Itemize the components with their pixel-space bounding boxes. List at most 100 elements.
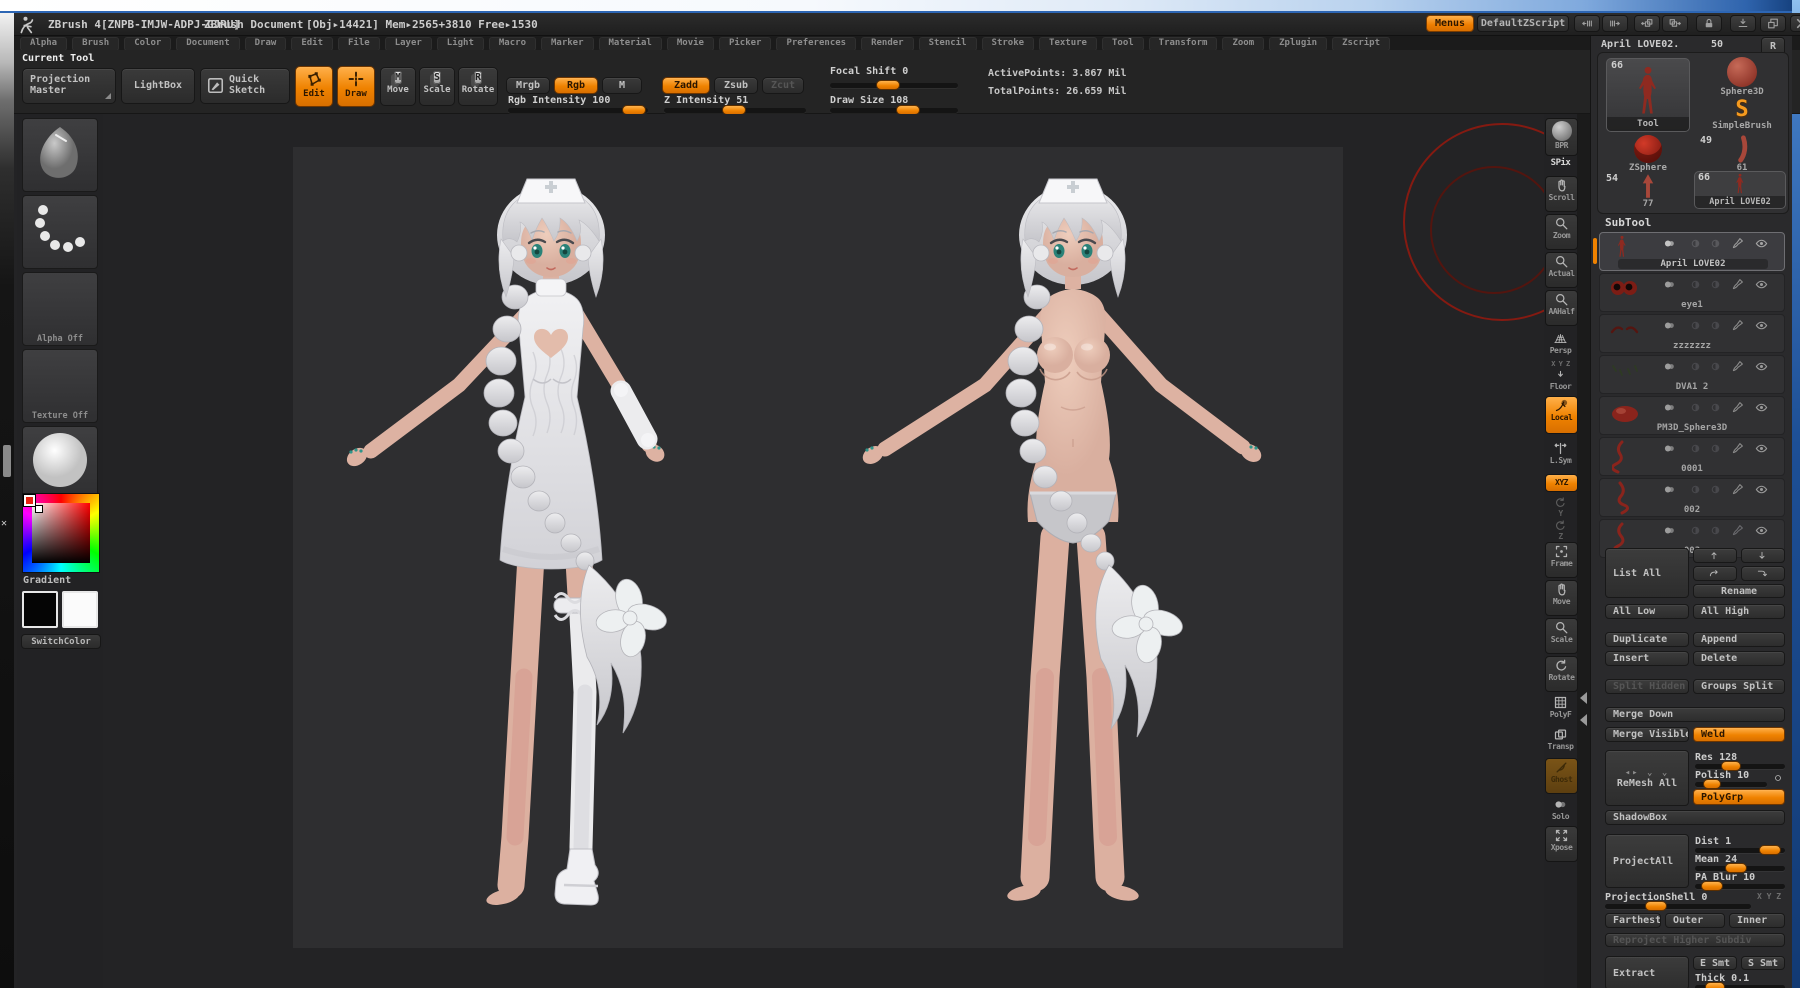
menu-macro[interactable]: Macro [488,37,536,51]
tool-item-simplebrush[interactable]: S SimpleBrush [1700,99,1784,132]
menu-stencil[interactable]: Stencil [918,37,977,51]
menu-marker[interactable]: Marker [540,37,594,51]
uv-toggle-icon[interactable] [1688,360,1703,373]
rename-button[interactable]: Rename [1693,584,1785,598]
pa-blur-slider[interactable]: PA Blur 10 [1695,872,1785,891]
draw-size-slider[interactable] [830,105,958,115]
paint-toggle-icon[interactable] [1730,442,1745,455]
uv-toggle-icon[interactable] [1688,278,1703,291]
lsym-button[interactable]: L.Sym [1545,440,1576,465]
merge-visible-button[interactable]: Merge Visible [1605,727,1689,742]
color-picker-cursor[interactable] [35,505,43,513]
visibility-toggle-icon[interactable] [1754,319,1769,332]
texture-thumbnail[interactable]: Texture Off [22,349,98,423]
reproject-button[interactable]: Reproject Higher Subdiv [1605,933,1785,947]
s-smt-toggle[interactable]: S Smt [1741,956,1785,970]
lightbox-button[interactable]: LightBox [121,68,195,104]
projection-shell-slider[interactable]: ProjectionShell 0 [1605,892,1751,911]
paint-toggle-icon[interactable] [1730,483,1745,496]
polish-slider[interactable]: Polish 10 [1695,770,1767,789]
uv-toggle-icon[interactable] [1688,237,1703,250]
focal-shift-slider[interactable] [830,80,958,90]
y-axis-button[interactable]: Y [1545,495,1576,518]
insert-button[interactable]: Insert [1605,651,1689,666]
polypaint-toggle-icon[interactable] [1662,319,1677,332]
polypaint-toggle-icon[interactable] [1662,524,1677,537]
menu-tool[interactable]: Tool [1101,37,1144,51]
polish-circle-toggle[interactable] [1771,771,1785,785]
panel-divider[interactable] [1577,114,1590,988]
draw-mode-button[interactable]: Draw [337,66,375,107]
close-icon[interactable] [1790,15,1800,32]
menu-edit[interactable]: Edit [291,37,334,51]
displacement-toggle-icon[interactable] [1708,401,1723,414]
subtool-row-eye1[interactable]: eye1 [1599,273,1785,312]
visibility-toggle-icon[interactable] [1754,401,1769,414]
scroll-button[interactable]: Scroll [1545,176,1578,212]
paint-toggle-icon[interactable] [1730,401,1745,414]
displacement-toggle-icon[interactable] [1708,524,1723,537]
move-view-button[interactable]: Move [1545,580,1578,616]
brush-thumbnail[interactable]: Move [22,118,98,192]
weld-button[interactable]: Weld [1693,727,1785,742]
paint-toggle-icon[interactable] [1730,524,1745,537]
paint-toggle-icon[interactable] [1730,237,1745,250]
res-slider[interactable]: Res 128 [1695,752,1785,771]
polypaint-toggle-icon[interactable] [1662,278,1677,291]
subtool-header[interactable]: SubTool [1605,216,1651,229]
menu-zscript[interactable]: Zscript [1332,37,1391,51]
polypaint-toggle-icon[interactable] [1662,401,1677,414]
edit-mode-button[interactable]: Edit [295,66,333,107]
thick-slider[interactable]: Thick 0.1 [1695,973,1785,988]
polypaint-toggle-icon[interactable] [1662,237,1677,250]
displacement-toggle-icon[interactable] [1708,360,1723,373]
displacement-toggle-icon[interactable] [1708,483,1723,496]
menu-color[interactable]: Color [124,37,172,51]
solo-button[interactable]: Solo [1545,796,1576,821]
rotate-mode-button[interactable]: R Rotate [458,67,498,106]
z-intensity-slider[interactable] [664,105,806,115]
xyz-button[interactable]: XYZ [1545,474,1578,492]
scale-view-button[interactable]: Scale [1545,618,1578,654]
scroll-left-icon[interactable] [1574,15,1600,32]
remesh-all-button[interactable]: ◂▸ ⌄ ⌄ ReMesh All [1605,750,1689,806]
visibility-toggle-icon[interactable] [1754,278,1769,291]
scale-mode-button[interactable]: S Scale [419,67,455,106]
visibility-toggle-icon[interactable] [1754,442,1769,455]
inner-button[interactable]: Inner [1729,913,1785,928]
polypaint-toggle-icon[interactable] [1662,360,1677,373]
zadd-button[interactable]: Zadd [662,77,710,94]
transp-button[interactable]: Transp [1545,726,1576,751]
displacement-toggle-icon[interactable] [1708,278,1723,291]
duplicate-button[interactable]: Duplicate [1605,632,1689,647]
alpha-thumbnail[interactable]: Alpha Off [22,272,98,346]
uv-toggle-icon[interactable] [1688,442,1703,455]
document-viewport[interactable] [293,147,1343,948]
delete-button[interactable]: Delete [1693,651,1785,666]
m-button[interactable]: M [602,77,642,94]
shadowbox-button[interactable]: ShadowBox [1605,810,1785,825]
menu-picker[interactable]: Picker [718,37,772,51]
uv-toggle-icon[interactable] [1688,401,1703,414]
divider-arrow-icon[interactable] [1580,714,1587,726]
merge-down-button[interactable]: Merge Down [1605,707,1785,722]
menu-stroke[interactable]: Stroke [981,37,1035,51]
move-down-button[interactable] [1741,548,1785,563]
farthest-button[interactable]: Farthest [1605,913,1661,928]
stroke-thumbnail[interactable]: Dots [22,195,98,269]
scroll-right-icon[interactable] [1602,15,1628,32]
floor-button[interactable]: X Y Z Floor [1545,360,1576,391]
menu-transform[interactable]: Transform [1148,37,1218,51]
subtool-row-002[interactable]: 002 [1599,478,1785,517]
all-high-button[interactable]: All High [1693,604,1785,619]
menu-draw[interactable]: Draw [244,37,287,51]
paint-toggle-icon[interactable] [1730,319,1745,332]
gradient-label[interactable]: Gradient [23,575,71,586]
projection-master-button[interactable]: Projection Master [22,68,116,104]
visibility-toggle-icon[interactable] [1754,524,1769,537]
zsub-button[interactable]: Zsub [714,77,758,94]
outer-button[interactable]: Outer [1665,913,1725,928]
spix-slider[interactable]: SPix [1545,158,1578,186]
divider-arrow-icon[interactable] [1580,692,1587,704]
menu-preferences[interactable]: Preferences [776,37,857,51]
